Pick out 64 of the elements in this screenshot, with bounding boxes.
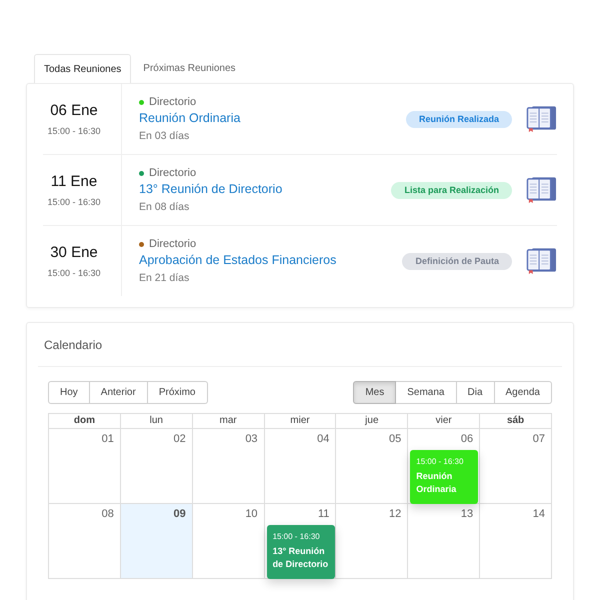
event-title: Reunión Ordinaria xyxy=(416,470,458,496)
tab[interactable]: Próximas Reuniones xyxy=(131,54,248,83)
days-until: En 08 días xyxy=(139,200,190,214)
day-cell[interactable]: 02 xyxy=(120,429,193,504)
day-number: 03 xyxy=(245,432,258,446)
meeting-title[interactable]: 13° Reunión de Directorio xyxy=(139,180,282,198)
event-time: 15:00 - 16:30 xyxy=(416,457,464,467)
day-cell[interactable]: 10 xyxy=(192,504,265,579)
meeting-date: 06 Ene xyxy=(50,100,98,120)
meeting-date: 11 Ene xyxy=(50,172,98,192)
meeting-time: 15:00 - 16:30 xyxy=(47,266,101,280)
day-number: 06 xyxy=(460,432,474,446)
nav-button[interactable]: Hoy xyxy=(48,381,90,404)
day-cell[interactable]: 04 xyxy=(264,429,336,504)
day-cell[interactable]: 11 15:00 - 16:30 13° Reunión de Directorio xyxy=(264,504,336,579)
view-button[interactable]: Semana xyxy=(396,381,456,404)
day-cell[interactable]: 08 xyxy=(49,504,121,579)
meeting-date: 30 Ene xyxy=(50,242,98,262)
book-icon[interactable] xyxy=(526,176,557,204)
day-cell[interactable]: 03 xyxy=(192,429,265,504)
meeting-time: 15:00 - 16:30 xyxy=(47,124,101,138)
status-badge: Lista para Realización xyxy=(391,182,512,198)
nav-button[interactable]: Anterior xyxy=(90,381,148,404)
day-number: 09 xyxy=(173,507,186,521)
days-until: En 21 días xyxy=(139,271,190,285)
event-time: 15:00 - 16:30 xyxy=(272,532,320,542)
status-badge: Definición de Pauta xyxy=(402,252,512,270)
meeting-group: Directorio xyxy=(149,166,196,180)
day-number: 12 xyxy=(389,507,402,521)
day-number: 11 xyxy=(318,507,330,521)
day-cell[interactable]: 14 xyxy=(480,504,552,579)
day-cell[interactable]: 13 xyxy=(408,504,480,579)
calendar-event[interactable]: 15:00 - 16:30 13° Reunión de Directorio xyxy=(266,525,335,579)
meeting-group: Directorio xyxy=(149,95,196,109)
day-number: 04 xyxy=(317,432,330,446)
nav-button[interactable]: Próximo xyxy=(148,381,208,404)
status-badge: Reunión Realizada xyxy=(406,110,512,128)
day-number: 10 xyxy=(245,507,258,521)
event-title: 13° Reunión de Directorio xyxy=(272,545,330,571)
meeting-time: 15:00 - 16:30 xyxy=(47,196,101,208)
day-cell[interactable]: 05 xyxy=(336,429,408,504)
book-icon[interactable] xyxy=(526,247,557,275)
day-cell[interactable]: 01 xyxy=(49,429,121,504)
day-cell[interactable]: 09 xyxy=(120,504,193,579)
book-icon[interactable] xyxy=(526,105,557,133)
days-until: En 03 días xyxy=(139,129,190,143)
day-cell[interactable]: 12 xyxy=(336,504,408,579)
view-button[interactable]: Agenda xyxy=(494,381,552,404)
day-number: 01 xyxy=(102,432,114,446)
meeting-group: Directorio xyxy=(149,237,196,251)
day-number: 05 xyxy=(389,432,402,446)
day-number: 07 xyxy=(532,432,545,446)
day-cell[interactable]: 06 15:00 - 16:30 Reunión Ordinaria xyxy=(408,429,480,504)
view-button[interactable]: Dia xyxy=(456,381,495,404)
day-number: 13 xyxy=(460,507,474,521)
day-number: 08 xyxy=(102,507,114,521)
view-button[interactable]: Mes xyxy=(353,381,396,404)
day-cell[interactable]: 07 xyxy=(480,429,552,504)
meeting-title[interactable]: Reunión Ordinaria xyxy=(139,109,240,127)
calendar-title: Calendario xyxy=(44,336,102,354)
day-number: 02 xyxy=(173,432,186,446)
day-number: 14 xyxy=(532,507,545,521)
meeting-title[interactable]: Aprobación de Estados Financieros xyxy=(139,251,336,269)
tab[interactable]: Todas Reuniones xyxy=(34,54,132,83)
